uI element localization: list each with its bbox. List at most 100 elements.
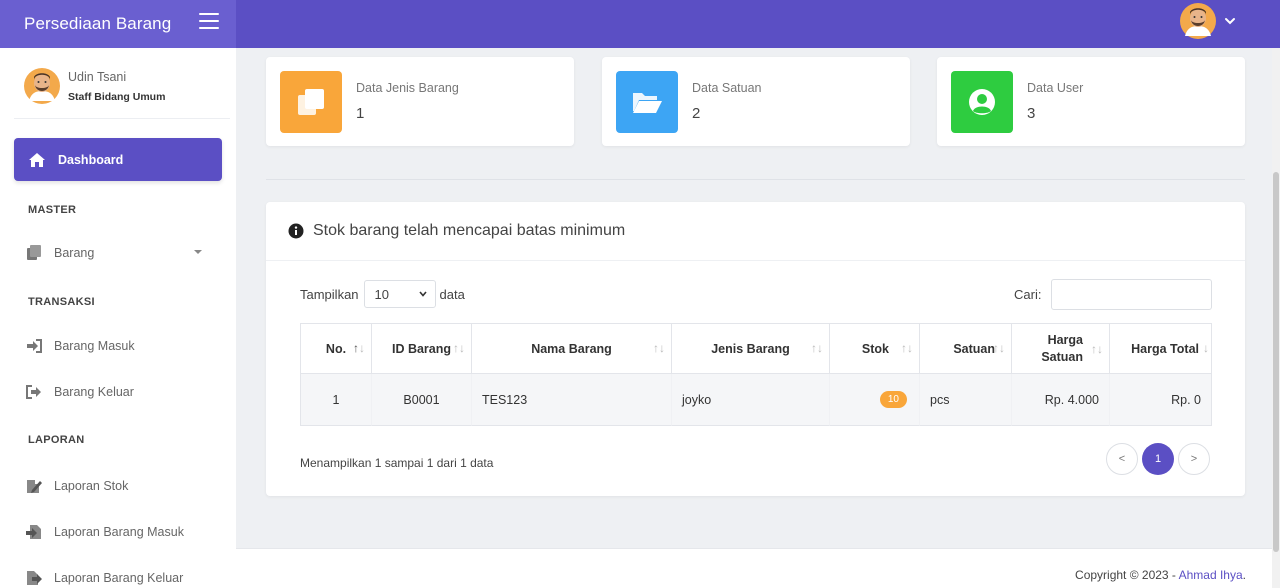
sort-icon: ↑↓ bbox=[993, 341, 1005, 355]
avatar bbox=[24, 68, 60, 104]
cell-jenis-barang: joyko bbox=[672, 374, 830, 426]
stat-card-satuan: Data Satuan 2 bbox=[602, 57, 910, 146]
table-row: 1 B0001 TES123 joyko 10 pcs Rp. 4.000 Rp… bbox=[300, 374, 1212, 426]
column-header-id-barang[interactable]: ID Barang ↑↓ bbox=[372, 323, 472, 374]
cell-nama-barang: TES123 bbox=[472, 374, 672, 426]
stat-title: Data User bbox=[1027, 81, 1084, 95]
cell-satuan: pcs bbox=[920, 374, 1012, 426]
panel-header: Stok barang telah mencapai batas minimum bbox=[266, 202, 1245, 261]
sidebar-item-barang-keluar[interactable]: Barang Keluar bbox=[14, 374, 222, 410]
sidebar-item-label: Barang Keluar bbox=[54, 385, 134, 399]
cell-harga-total: Rp. 0 bbox=[1110, 374, 1212, 426]
column-header-nama-barang[interactable]: Nama Barang ↑↓ bbox=[472, 323, 672, 374]
copy-icon bbox=[27, 245, 41, 260]
column-header-jenis-barang[interactable]: Jenis Barang ↑↓ bbox=[672, 323, 830, 374]
cell-harga-satuan: Rp. 4.000 bbox=[1012, 374, 1110, 426]
stat-value: 3 bbox=[1027, 105, 1036, 122]
sort-icon: ↑↓ bbox=[811, 341, 823, 355]
copyright-text: Copyright © 2023 - bbox=[1075, 568, 1179, 582]
column-header-no[interactable]: No. ↑↓ bbox=[300, 323, 372, 374]
column-label: No. bbox=[325, 341, 347, 356]
minimum-stock-panel: Stok barang telah mencapai batas minimum… bbox=[266, 202, 1245, 496]
user-role: Staff Bidang Umum bbox=[68, 91, 166, 103]
sort-icon: ↑↓ bbox=[901, 341, 913, 355]
chevron-down-icon bbox=[1225, 18, 1235, 25]
sign-out-icon bbox=[26, 385, 41, 399]
section-transaksi: TRANSAKSI bbox=[28, 296, 95, 308]
column-header-harga-total[interactable]: Harga Total ↓ bbox=[1110, 323, 1212, 374]
column-label: Nama Barang bbox=[531, 341, 612, 356]
page-length-select[interactable]: 10 bbox=[363, 280, 436, 308]
cell-id-barang: B0001 bbox=[372, 374, 472, 426]
pagination-page-1[interactable]: 1 bbox=[1142, 443, 1174, 475]
divider bbox=[266, 179, 1245, 180]
sort-icon: ↓ bbox=[1203, 341, 1209, 355]
author-link[interactable]: Ahmad Ihya bbox=[1179, 568, 1243, 582]
stat-value: 1 bbox=[356, 105, 365, 122]
data-table: No. ↑↓ ID Barang ↑↓ Nama Barang ↑↓ Jenis Ba… bbox=[300, 323, 1212, 426]
column-header-satuan[interactable]: Satuan ↑↓ bbox=[920, 323, 1012, 374]
panel-title: Stok barang telah mencapai batas minimum bbox=[313, 222, 626, 239]
sidebar-item-dashboard[interactable]: Dashboard bbox=[14, 138, 222, 181]
sort-icon: ↑↓ bbox=[1091, 342, 1103, 356]
folder-open-icon bbox=[616, 71, 678, 133]
stock-badge: 10 bbox=[879, 391, 907, 408]
column-label: Harga Total bbox=[1131, 341, 1199, 356]
column-label: ID Barang bbox=[391, 341, 452, 356]
column-header-stok[interactable]: Stok ↑↓ bbox=[830, 323, 920, 374]
stat-card-jenis-barang: Data Jenis Barang 1 bbox=[266, 57, 574, 146]
footer: Copyright © 2023 - Ahmad Ihya. bbox=[236, 548, 1280, 588]
stat-title: Data Jenis Barang bbox=[356, 81, 459, 95]
sidebar-item-laporan-stok[interactable]: Laporan Stok bbox=[14, 468, 222, 504]
search-input[interactable] bbox=[1051, 279, 1212, 310]
cell-no: 1 bbox=[300, 374, 372, 426]
sidebar-item-label: Laporan Barang Keluar bbox=[54, 571, 184, 585]
edit-file-icon bbox=[27, 480, 42, 493]
app-title[interactable]: Persediaan Barang bbox=[24, 14, 171, 34]
file-import-icon bbox=[26, 525, 41, 539]
user-profile: Udin Tsani Staff Bidang Umum bbox=[24, 68, 230, 118]
length-suffix: data bbox=[439, 286, 465, 302]
copy-icon bbox=[280, 71, 342, 133]
sidebar-item-laporan-barang-keluar[interactable]: Laporan Barang Keluar bbox=[14, 560, 222, 588]
table-header-row: No. ↑↓ ID Barang ↑↓ Nama Barang ↑↓ Jenis Ba… bbox=[300, 323, 1212, 374]
cell-stok: 10 bbox=[830, 374, 920, 426]
sign-in-icon bbox=[27, 339, 42, 353]
info-circle-icon bbox=[288, 223, 304, 239]
caret-down-icon bbox=[194, 250, 202, 254]
home-icon bbox=[29, 152, 45, 167]
sort-icon: ↑↓ bbox=[653, 341, 665, 355]
menu-toggle-icon[interactable] bbox=[199, 13, 219, 31]
column-header-harga-satuan[interactable]: Harga Satuan ↑↓ bbox=[1012, 323, 1110, 374]
scrollbar-thumb[interactable] bbox=[1273, 172, 1279, 552]
column-label: Stok bbox=[861, 341, 889, 356]
user-menu-button[interactable] bbox=[1180, 2, 1238, 40]
file-export-icon bbox=[27, 571, 42, 585]
column-label: Harga Satuan bbox=[1041, 332, 1083, 364]
sidebar-item-barang-masuk[interactable]: Barang Masuk bbox=[14, 328, 222, 364]
user-circle-icon bbox=[951, 71, 1013, 133]
sidebar: Udin Tsani Staff Bidang Umum Dashboard M… bbox=[0, 48, 236, 588]
section-laporan: LAPORAN bbox=[28, 434, 85, 446]
page-length-value: 10 bbox=[374, 286, 389, 302]
stat-title: Data Satuan bbox=[692, 81, 762, 95]
search-label: Cari: bbox=[1014, 287, 1042, 302]
table-info: Menampilkan 1 sampai 1 dari 1 data bbox=[300, 456, 494, 470]
stat-value: 2 bbox=[692, 105, 701, 122]
sidebar-item-label: Laporan Stok bbox=[54, 479, 129, 493]
copyright: Copyright © 2023 - Ahmad Ihya. bbox=[1075, 568, 1246, 582]
chevron-down-icon bbox=[418, 291, 427, 297]
avatar bbox=[1180, 3, 1216, 39]
sidebar-item-barang[interactable]: Barang bbox=[14, 235, 222, 271]
pagination-prev-button[interactable]: < bbox=[1106, 443, 1138, 475]
sort-icon: ↑↓ bbox=[353, 341, 365, 355]
sort-icon: ↑↓ bbox=[453, 341, 465, 355]
sidebar-item-label: Dashboard bbox=[58, 152, 124, 167]
page-length-control: Tampilkan 10 data bbox=[300, 280, 465, 308]
column-label: Satuan bbox=[953, 341, 995, 356]
section-master: MASTER bbox=[28, 204, 77, 216]
sidebar-item-laporan-barang-masuk[interactable]: Laporan Barang Masuk bbox=[14, 514, 222, 550]
top-navbar: Persediaan Barang bbox=[0, 0, 1280, 48]
pagination-next-button[interactable]: > bbox=[1178, 443, 1210, 475]
copyright-period: . bbox=[1242, 568, 1246, 582]
